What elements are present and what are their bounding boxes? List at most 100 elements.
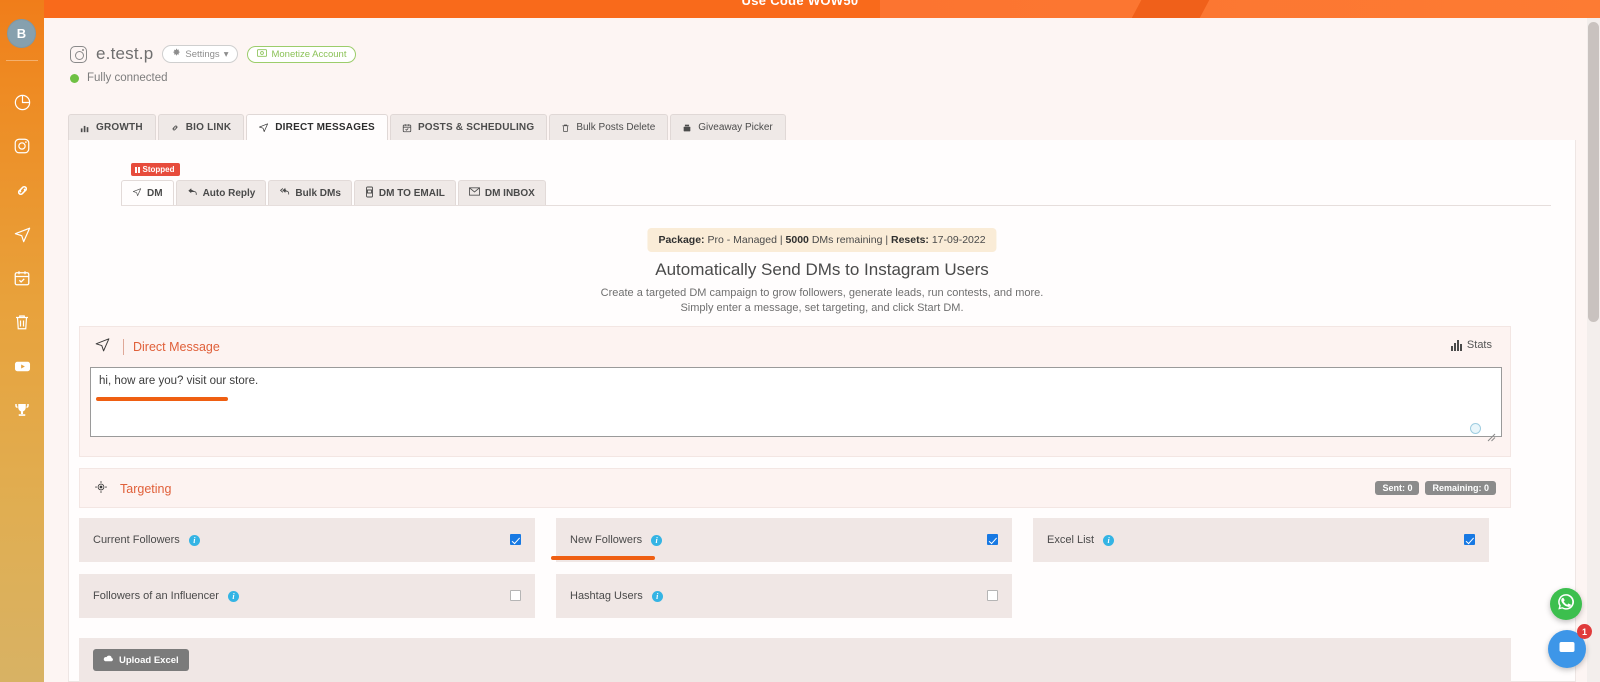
chat-unread-badge: 1 bbox=[1577, 624, 1592, 639]
upload-excel-label: Upload Excel bbox=[119, 654, 179, 666]
avatar[interactable]: B bbox=[7, 19, 36, 48]
targeting-option-label: Followers of an Influencer bbox=[93, 590, 219, 602]
package-separator: | bbox=[779, 234, 783, 246]
direct-message-header: Direct Message Stats bbox=[80, 327, 1510, 367]
targeting-section-header: Targeting Sent: 0 Remaining: 0 bbox=[79, 468, 1511, 508]
status-dot-icon bbox=[70, 73, 79, 83]
sidebar-item-youtube[interactable] bbox=[0, 344, 44, 388]
app-root: Use Code WOW50 B e.test.p Settings ▾ Mon… bbox=[0, 0, 1600, 682]
page-scrollbar-thumb[interactable] bbox=[1588, 22, 1599, 322]
chart-bar-icon bbox=[80, 123, 90, 133]
gift-icon bbox=[682, 123, 692, 133]
targeting-title: Targeting bbox=[120, 482, 172, 496]
page-title: Automatically Send DMs to Instagram User… bbox=[655, 260, 989, 279]
money-icon bbox=[257, 48, 268, 60]
whatsapp-button[interactable] bbox=[1550, 588, 1582, 620]
targeting-option-new-followers[interactable]: New Followers i bbox=[551, 518, 1012, 562]
info-icon[interactable]: i bbox=[651, 534, 663, 546]
targeting-option-label: Hashtag Users bbox=[570, 590, 643, 602]
content-card: Stopped DM Auto Reply Bulk DMs DM TO EMA… bbox=[68, 140, 1576, 682]
tab-direct-messages[interactable]: DIRECT MESSAGES bbox=[246, 114, 388, 140]
account-username: e.test.p bbox=[96, 44, 154, 63]
upload-excel-button[interactable]: Upload Excel bbox=[93, 649, 189, 671]
tab-dm-inbox[interactable]: DM INBOX bbox=[457, 180, 546, 205]
send-icon bbox=[258, 122, 269, 133]
reply-all-icon bbox=[279, 187, 290, 200]
targeting-option-checkbox[interactable] bbox=[510, 590, 521, 601]
tab-label: POSTS & SCHEDULING bbox=[417, 122, 535, 133]
targeting-option-checkbox[interactable] bbox=[1464, 534, 1475, 545]
sidebar-item-posts-scheduling[interactable] bbox=[0, 256, 44, 300]
settings-button[interactable]: Settings ▾ bbox=[162, 45, 239, 63]
promo-banner-text: Use Code WOW50 bbox=[741, 0, 859, 8]
tab-auto-reply[interactable]: Auto Reply bbox=[175, 180, 267, 205]
annotation-underline-message bbox=[96, 397, 228, 401]
tab-dm[interactable]: DM bbox=[121, 180, 174, 205]
targeting-option-followers-of-an-influencer[interactable]: Followers of an Influencer i bbox=[79, 574, 535, 618]
targeting-option-current-followers[interactable]: Current Followers i bbox=[79, 518, 535, 562]
chart-bar-icon bbox=[1450, 339, 1462, 351]
targeting-option-checkbox[interactable] bbox=[987, 590, 998, 601]
tab-bulk-posts-delete[interactable]: Bulk Posts Delete bbox=[549, 114, 669, 140]
tab-posts-scheduling[interactable]: POSTS & SCHEDULING bbox=[389, 114, 548, 140]
targeting-option-excel-list[interactable]: Excel List i bbox=[1033, 518, 1489, 562]
info-icon[interactable]: i bbox=[651, 590, 663, 602]
direct-message-input-wrap bbox=[80, 367, 1510, 456]
targeting-option-hashtag-users[interactable]: Hashtag Users i bbox=[556, 574, 1012, 618]
sidebar-item-bio-link[interactable] bbox=[0, 168, 44, 212]
pause-icon bbox=[135, 166, 140, 173]
targeting-option-checkbox[interactable] bbox=[987, 534, 998, 545]
remaining-badge: Remaining: 0 bbox=[1425, 481, 1496, 495]
sidebar-item-giveaway-picker[interactable] bbox=[0, 388, 44, 432]
sent-badge: Sent: 0 bbox=[1375, 481, 1420, 495]
package-value: Pro - Managed bbox=[707, 234, 777, 246]
connection-status: Fully connected bbox=[70, 72, 168, 84]
sidebar-item-analytics[interactable] bbox=[0, 80, 44, 124]
resets-value: 17-09-2022 bbox=[931, 234, 986, 246]
dms-remaining-count: 5000 bbox=[785, 234, 809, 246]
targeting-cell-empty bbox=[1033, 574, 1489, 618]
stats-button[interactable]: Stats bbox=[1450, 339, 1492, 351]
resize-handle[interactable] bbox=[1487, 429, 1496, 442]
primary-tab-bar: GROWTH BIO LINK DIRECT MESSAGES POSTS & … bbox=[68, 114, 1576, 141]
chevron-down-icon: ▾ bbox=[223, 48, 229, 60]
tab-label: Giveaway Picker bbox=[698, 122, 773, 133]
monetize-label: Monetize Account bbox=[271, 48, 347, 60]
targeting-option-label: Current Followers bbox=[93, 534, 180, 546]
info-icon[interactable]: i bbox=[1103, 534, 1115, 546]
left-sidebar: B bbox=[0, 0, 44, 682]
sidebar-nav bbox=[0, 80, 44, 432]
tab-giveaway-picker[interactable]: Giveaway Picker bbox=[670, 114, 786, 140]
package-banner: Package: Pro - Managed | 5000 DMs remain… bbox=[647, 228, 997, 252]
sidebar-item-bulk-posts-delete[interactable] bbox=[0, 300, 44, 344]
package-label: Package: bbox=[658, 234, 705, 246]
tab-bulk-dms[interactable]: Bulk DMs bbox=[268, 180, 352, 205]
emoji-icon[interactable] bbox=[1470, 423, 1481, 434]
send-icon bbox=[94, 336, 111, 358]
tab-bio-link[interactable]: BIO LINK bbox=[157, 114, 245, 140]
calendar-check-icon bbox=[402, 123, 412, 133]
dms-remaining-label: DMs remaining | bbox=[811, 234, 889, 246]
direct-message-section: Direct Message Stats bbox=[79, 326, 1511, 457]
tab-label: Bulk DMs bbox=[295, 187, 341, 199]
sidebar-item-instagram[interactable] bbox=[0, 124, 44, 168]
targeting-option-checkbox[interactable] bbox=[510, 534, 521, 545]
sidebar-item-direct-messages[interactable] bbox=[0, 212, 44, 256]
direct-message-input[interactable] bbox=[90, 367, 1502, 437]
tab-growth[interactable]: GROWTH bbox=[68, 114, 156, 140]
tab-label: Auto Reply bbox=[202, 187, 256, 199]
cloud-upload-icon bbox=[103, 654, 114, 666]
targeting-row: Followers of an Influencer i Hashtag Use… bbox=[79, 574, 1511, 618]
page-subtitle-line-1: Create a targeted DM campaign to grow fo… bbox=[600, 287, 1044, 299]
connection-status-label: Fully connected bbox=[87, 72, 168, 84]
sidebar-divider bbox=[6, 60, 38, 61]
upload-excel-row: Upload Excel Download sample Excel sheet bbox=[79, 638, 1511, 682]
promo-banner[interactable]: Use Code WOW50 bbox=[0, 0, 1600, 18]
tab-dm-to-email[interactable]: DM TO EMAIL bbox=[353, 180, 456, 205]
monetize-account-button[interactable]: Monetize Account bbox=[247, 45, 357, 63]
annotation-underline-new-followers bbox=[551, 556, 655, 560]
info-icon[interactable]: i bbox=[227, 590, 239, 602]
targeting-option-label: Excel List bbox=[1047, 534, 1095, 546]
link-icon bbox=[13, 181, 32, 200]
info-icon[interactable]: i bbox=[188, 534, 200, 546]
